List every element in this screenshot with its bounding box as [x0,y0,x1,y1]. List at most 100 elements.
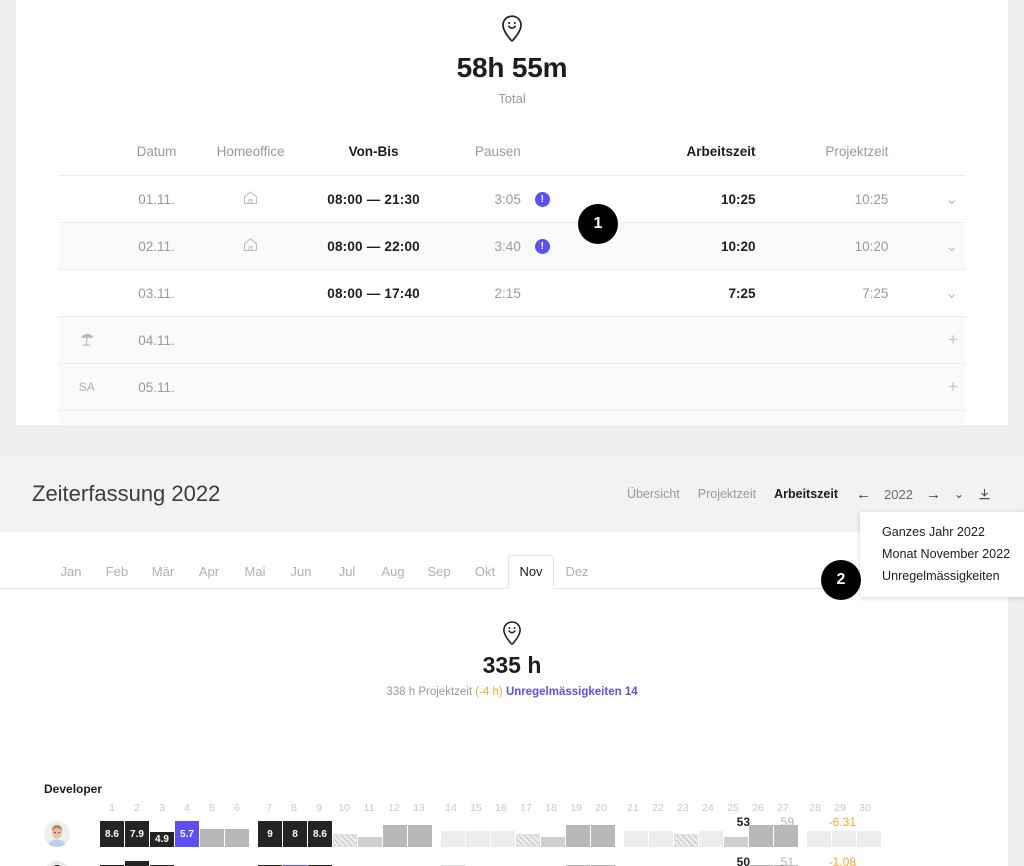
chevron-down-icon[interactable]: ⌄ [954,487,964,501]
heatmap-cell-day-19[interactable] [566,861,590,866]
row-vonbis[interactable]: 08:00 — 17:40 [304,270,444,317]
heatmap-cell-day-14[interactable] [441,821,465,847]
col-projektzeit[interactable]: Projektzeit [756,144,888,176]
heatmap-cell-day-20[interactable] [591,821,615,847]
subnav-projektzeit[interactable]: Projektzeit [698,487,756,501]
avatar[interactable] [44,821,70,847]
table-row[interactable]: 04.11. + [58,316,966,364]
arrow-left-icon[interactable]: ← [856,486,871,503]
heatmap-cell-day-3[interactable]: 6.6 [150,861,174,866]
row-expand-button[interactable]: ⌄ [888,270,966,317]
heatmap-row[interactable]: 7.69.96.6 8.88.38.6 50 51 -1.08 [44,854,882,866]
row-vonbis[interactable]: 08:00 — 22:00 [304,223,444,270]
heatmap-cell-day-30[interactable] [857,861,881,866]
dropdown-item-ganzes-jahr[interactable]: Ganzes Jahr 2022 [860,521,1024,543]
col-arbeitszeit[interactable]: Arbeitszeit [589,144,756,176]
heatmap-cell-day-12[interactable] [383,821,407,847]
heatmap-cell-day-4[interactable] [175,861,199,866]
download-icon[interactable] [977,487,992,502]
heatmap-cell-day-17[interactable] [516,821,540,847]
heatmap-cell-day-13[interactable] [408,821,432,847]
heatmap-cell-day-4[interactable]: 5.7 [175,821,199,847]
heatmap-cell-day-18[interactable] [541,821,565,847]
heatmap-cell-day-10[interactable] [333,861,357,866]
table-row[interactable]: SA 05.11. + [58,363,966,411]
heatmap-cell-day-5[interactable] [200,861,224,866]
row-vonbis[interactable]: 08:00 — 21:30 [304,176,444,223]
heatmap-cell-day-7[interactable]: 9 [258,821,282,847]
tab-maer[interactable]: Mär [140,556,186,588]
heatmap-cell-day-14[interactable] [441,861,465,866]
col-homeoffice[interactable]: Homeoffice [198,144,304,176]
heatmap-cell-day-21[interactable] [624,861,648,866]
avatar[interactable] [44,861,70,866]
row-expand-button[interactable]: ⌄ [888,223,966,270]
heatmap-cell-day-3[interactable]: 4.9 [150,821,174,847]
heatmap-cell-day-6[interactable] [225,861,249,866]
heatmap-cell-day-2[interactable]: 9.9 [125,861,149,866]
heatmap-cell-day-23[interactable] [674,821,698,847]
heatmap-cell-day-21[interactable] [624,821,648,847]
tab-mai[interactable]: Mai [232,556,278,588]
stats-irregularities[interactable]: Unregelmässigkeiten 14 [506,686,638,698]
heatmap-cell-day-1[interactable]: 7.6 [100,861,124,866]
heatmap-cell-day-9[interactable]: 8.6 [308,861,332,866]
tab-dez[interactable]: Dez [554,556,600,588]
dropdown-item-monat[interactable]: Monat November 2022 [860,543,1024,565]
row-expand-button[interactable]: ⌄ [888,176,966,223]
heatmap-cell-day-8[interactable]: 8.3 [283,861,307,866]
heatmap-cell-day-15[interactable] [466,821,490,847]
heatmap-cell-day-18[interactable] [541,861,565,866]
row-add-button[interactable]: + [888,364,966,411]
heatmap-cell-day-11[interactable] [358,821,382,847]
heatmap-cell-day-11[interactable] [358,861,382,866]
col-datum[interactable]: Datum [116,144,198,176]
heatmap-cell-day-20[interactable] [591,861,615,866]
tab-aug[interactable]: Aug [370,556,416,588]
heatmap-cell-day-7[interactable]: 8.8 [258,861,282,866]
subnav-uebersicht[interactable]: Übersicht [627,487,680,501]
tab-sep[interactable]: Sep [416,556,462,588]
heatmap-cell-day-22[interactable] [649,861,673,866]
col-vonbis[interactable]: Von-Bis [304,144,444,176]
heatmap-cell-day-6[interactable] [225,821,249,847]
table-row[interactable]: 03.11. 08:00 — 17:40 2:15 7:25 7:25 ⌄ [58,269,966,317]
col-pausen[interactable]: Pausen [443,144,521,176]
row-homeoffice[interactable] [198,270,304,317]
row-homeoffice[interactable] [198,176,304,223]
heatmap-cell-day-19[interactable] [566,821,590,847]
heatmap-cell-day-10[interactable] [333,821,357,847]
table-row[interactable]: 01.11. 08:00 — 21:30 3:05 ! 10:25 10:25 [58,175,966,223]
tab-nov[interactable]: Nov [508,555,554,589]
heatmap-cell-day-16[interactable] [491,861,515,866]
heatmap-cell-day-9[interactable]: 8.6 [308,821,332,847]
heatmap-cell-day-22[interactable] [649,821,673,847]
arrow-right-icon[interactable]: → [926,486,941,503]
heatmap-cell-day-15[interactable] [466,861,490,866]
heatmap-cell-day-13[interactable] [408,861,432,866]
heatmap-cell-day-12[interactable] [383,861,407,866]
subnav-arbeitszeit[interactable]: Arbeitszeit [774,487,838,501]
heatmap-cell-day-23[interactable] [674,861,698,866]
heatmap-cell-day-17[interactable] [516,861,540,866]
heatmap-cell-day-8[interactable]: 8 [283,821,307,847]
tab-jun[interactable]: Jun [278,556,324,588]
tab-feb[interactable]: Feb [94,556,140,588]
tab-okt[interactable]: Okt [462,556,508,588]
heatmap-cell-day-5[interactable] [200,821,224,847]
export-dropdown-menu[interactable]: Ganzes Jahr 2022 Monat November 2022 Unr… [860,512,1024,597]
heatmap-cell-day-16[interactable] [491,821,515,847]
row-add-button[interactable]: + [888,317,966,364]
cell-bar: 9 [258,821,282,847]
heatmap-cell-day-1[interactable]: 8.6 [100,821,124,847]
row-projektzeit: 10:20 [854,238,889,254]
table-row[interactable] [58,410,966,425]
table-row[interactable]: 02.11. 08:00 — 22:00 3:40 ! 10:20 10:20 [58,222,966,270]
tab-apr[interactable]: Apr [186,556,232,588]
heatmap-cell-day-2[interactable]: 7.9 [125,821,149,847]
heatmap-cell-day-30[interactable] [857,821,881,847]
tab-jan[interactable]: Jan [48,556,94,588]
row-homeoffice[interactable] [198,223,304,270]
dropdown-item-unregelmaessigkeiten[interactable]: Unregelmässigkeiten [860,565,1024,587]
tab-jul[interactable]: Jul [324,556,370,588]
